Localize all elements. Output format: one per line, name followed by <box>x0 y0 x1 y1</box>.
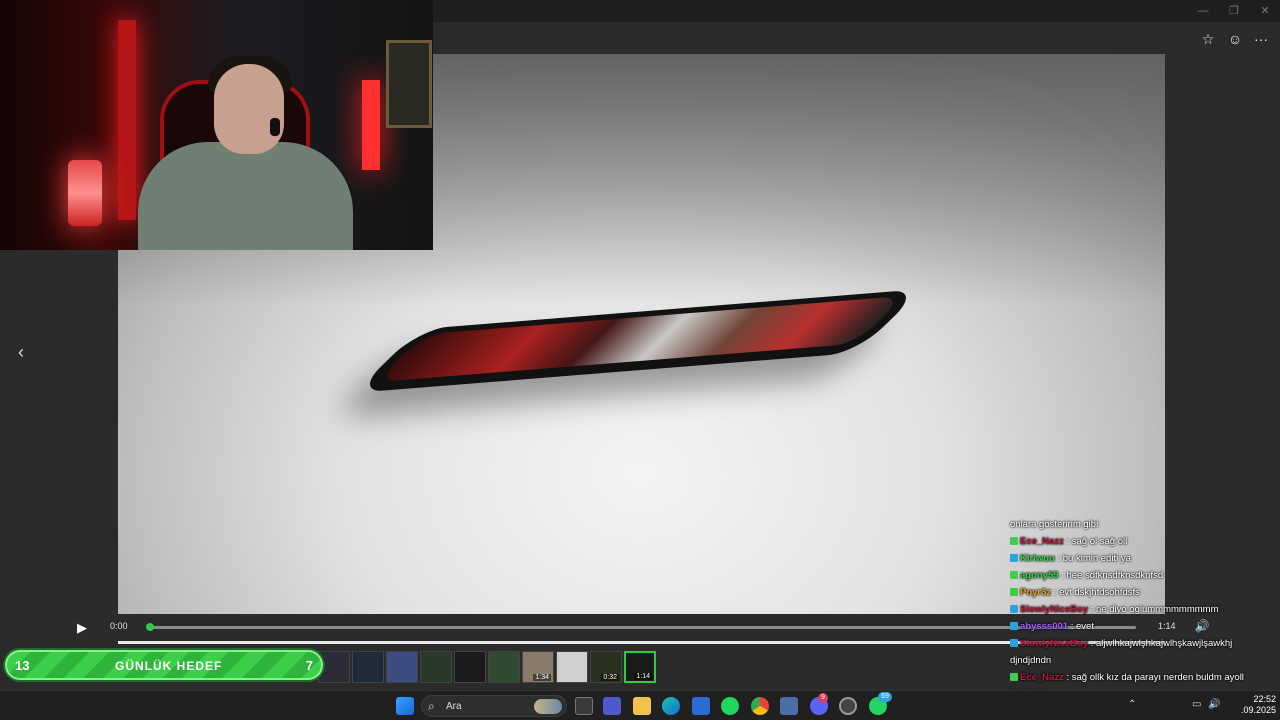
thumbnail-duration: 1:34 <box>533 674 551 681</box>
filmstrip-thumbnail[interactable]: 1:34 <box>522 651 554 683</box>
filmstrip-thumbnail[interactable] <box>352 651 384 683</box>
store-icon[interactable] <box>692 697 710 715</box>
red-light-strip <box>362 80 380 170</box>
close-button[interactable]: ✕ <box>1250 3 1280 19</box>
chat-text: : aljwlhkajwlşhkajwlhşkawjlşawkhj <box>1088 638 1233 649</box>
filmstrip-thumbnail[interactable] <box>488 651 520 683</box>
taskbar-search[interactable]: ⌕ Ara <box>421 695 567 717</box>
screen: { "window": { "min_glyph": "—", "max_gly… <box>0 0 1280 720</box>
chat-badge-icon <box>1010 622 1018 630</box>
file-explorer-icon[interactable] <box>633 697 651 715</box>
phone-screen <box>375 295 905 383</box>
thumbnail-duration: 0:32 <box>601 674 619 681</box>
chalkboard <box>386 40 432 128</box>
goal-target: 7 <box>305 658 313 673</box>
play-icon[interactable]: ▶ <box>74 618 90 638</box>
chat-username: Kiriwuu <box>1020 553 1055 564</box>
phone-image <box>353 289 923 393</box>
seek-handle[interactable] <box>146 623 154 631</box>
search-highlight-image <box>534 699 562 714</box>
chat-badge-icon <box>1010 554 1018 562</box>
discord-badge: 9 <box>818 693 828 703</box>
maximize-button[interactable]: ❐ <box>1219 3 1249 19</box>
clock-time: 22:52 <box>1253 694 1276 704</box>
led-shelf <box>118 20 136 220</box>
chat-message: Ece_Nazz : sağ ollk kız da parayı nerden… <box>1010 669 1278 686</box>
feedback-smiley-icon[interactable]: ☺ <box>1226 30 1244 48</box>
teams-icon[interactable] <box>603 697 621 715</box>
chat-badge-icon <box>1010 588 1018 596</box>
filmstrip-thumbnail[interactable]: 0:32 <box>590 651 622 683</box>
chat-message: djndjdndn <box>1010 652 1278 669</box>
chat-badge-icon <box>1010 639 1018 647</box>
chat-badge-icon <box>1010 571 1018 579</box>
app-icon[interactable] <box>780 697 798 715</box>
streamer-head <box>214 64 284 154</box>
chat-text: : ne diyo oglummmmmmmmm <box>1088 604 1219 615</box>
obs-icon[interactable] <box>839 697 857 715</box>
more-options-icon[interactable]: ··· <box>1252 30 1270 48</box>
chat-text: onlara gösteririm gibi <box>1010 519 1099 530</box>
filmstrip-thumbnail[interactable] <box>454 651 486 683</box>
task-view-icon[interactable] <box>575 697 593 715</box>
current-time: 0:00 <box>110 621 128 631</box>
system-clock[interactable]: 22:52 .09.2025 <box>1232 694 1276 716</box>
chat-username: agony55 <box>1020 570 1059 581</box>
chat-badge-icon <box>1010 537 1018 545</box>
chat-username: abysss001 <box>1020 621 1069 632</box>
red-lamp <box>68 160 102 226</box>
filmstrip-thumbnail[interactable]: 1:14 <box>624 651 656 683</box>
webcam-overlay <box>0 0 433 250</box>
chat-message: Poyr3z : evt dskjhfdsohfdsfs <box>1010 584 1278 601</box>
edge-icon[interactable] <box>662 697 680 715</box>
favorite-star-icon[interactable]: ☆ <box>1199 30 1217 48</box>
streamer-body <box>138 142 353 250</box>
chat-text: : sağ ollk kız da parayı nerden buldm ay… <box>1063 672 1244 683</box>
chrome-icon[interactable] <box>751 697 769 715</box>
chat-message: Ece_Nazz : sağ ol sağ oll <box>1010 533 1278 550</box>
chat-badge-icon <box>1010 673 1018 681</box>
chat-text: : bu kimin editi ya <box>1054 553 1131 564</box>
whatsapp-badge: 69 <box>878 692 892 702</box>
previous-chevron-icon[interactable]: ‹ <box>12 342 30 362</box>
minimize-button[interactable]: — <box>1188 3 1218 19</box>
chat-message: SlowlyNiceBoy : ne diyo oglummmmmmmmm <box>1010 601 1278 618</box>
chat-username: Poyr3z <box>1020 587 1052 598</box>
chat-badge-icon <box>1010 605 1018 613</box>
chat-text: : hee sdfknsdfknsdknfsd <box>1058 570 1164 581</box>
chat-text: : evt dskjhfdsohfdsfs <box>1051 587 1140 598</box>
search-placeholder: Ara <box>446 701 462 712</box>
windows-start-icon[interactable] <box>396 697 414 715</box>
daily-goal-bar: 13 GÜNLÜK HEDEF 7 <box>5 650 323 680</box>
chat-message: onlara gösteririm gibi <box>1010 516 1278 533</box>
filmstrip-thumbnail[interactable] <box>556 651 588 683</box>
chat-message: Kiriwuu : bu kimin editi ya <box>1010 550 1278 567</box>
chat-message: agony55 : hee sdfknsdfknsdknfsd <box>1010 567 1278 584</box>
clock-date: .09.2025 <box>1240 705 1276 715</box>
chat-username: Ece_Nazz <box>1020 536 1064 547</box>
spotify-icon[interactable] <box>721 697 739 715</box>
chat-text: : evet <box>1068 621 1094 632</box>
speaker-icon[interactable]: 🔊 <box>1208 699 1220 710</box>
chat-message: abysss001 : evet <box>1010 618 1278 635</box>
chat-username: SlowlyNiceBoy <box>1020 638 1089 649</box>
tray-chevron-icon[interactable]: ⌃ <box>1128 699 1136 710</box>
network-icon[interactable]: ▭ <box>1192 699 1201 710</box>
goal-current: 13 <box>15 658 30 673</box>
filmstrip: 1:34 0:32 1:14 <box>318 651 658 685</box>
chat-username: SlowlyNiceBoy <box>1020 604 1089 615</box>
filmstrip-thumbnail[interactable] <box>386 651 418 683</box>
chat-username: Ece_Nazz <box>1020 672 1064 683</box>
filmstrip-thumbnail[interactable] <box>420 651 452 683</box>
chat-text: djndjdndn <box>1010 655 1052 666</box>
search-icon: ⌕ <box>428 699 435 713</box>
taskbar: ⌕ Ara 9 69 ⌃ ▭ 🔊 22:52 .09.2025 <box>0 690 1280 720</box>
chat-message: SlowlyNiceBoy : aljwlhkajwlşhkajwlhşkawj… <box>1010 635 1278 652</box>
goal-label: GÜNLÜK HEDEF <box>115 659 223 673</box>
timeline-line <box>118 641 1165 644</box>
earphone <box>270 118 280 136</box>
thumbnail-duration: 1:14 <box>634 673 652 680</box>
seek-track[interactable] <box>150 626 1136 629</box>
chat-text: : sağ ol sağ oll <box>1063 536 1128 547</box>
